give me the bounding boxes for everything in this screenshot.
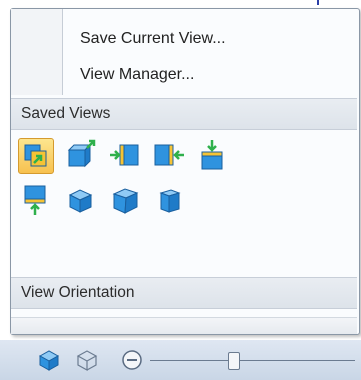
top-view-button[interactable] (195, 138, 229, 172)
view-manager-item[interactable]: View Manager... (63, 59, 358, 93)
menu-icon-gutter (11, 9, 62, 95)
back-view-icon (154, 144, 184, 166)
save-current-view-label: Save Current View... (80, 30, 226, 47)
isometric-back-icon (67, 139, 96, 168)
trimetric-view-button[interactable] (108, 183, 142, 217)
zoom-slider-track[interactable] (150, 360, 355, 361)
front-view-button[interactable] (108, 138, 142, 172)
bottom-view-icon (24, 185, 46, 215)
normal-to-button[interactable] (18, 138, 54, 174)
zoom-out-button[interactable] (120, 348, 144, 372)
top-view-icon (201, 140, 223, 170)
front-view-icon (110, 144, 139, 166)
saved-views-header: Saved Views (11, 98, 357, 130)
dimetric-view-icon (159, 189, 181, 213)
view-orientation-label: View Orientation (21, 284, 135, 301)
dimetric-view-button[interactable] (152, 183, 186, 217)
back-view-button[interactable] (152, 138, 186, 172)
shaded-view-icon (38, 350, 60, 371)
menu-resize-grip[interactable] (11, 317, 357, 334)
zoom-slider-thumb[interactable] (228, 352, 240, 370)
bottom-view-button[interactable] (18, 183, 52, 217)
zoom-out-icon (122, 350, 142, 370)
wireframe-view-icon (76, 350, 98, 372)
view-orientation-header: View Orientation (11, 277, 357, 309)
status-bar (0, 340, 361, 380)
isometric-view-button[interactable] (63, 183, 97, 217)
isometric-back-button[interactable] (63, 138, 97, 172)
trimetric-view-icon (112, 188, 139, 214)
ribbon-marker (317, 0, 319, 5)
saved-views-label: Saved Views (21, 105, 111, 122)
normal-to-icon (24, 144, 47, 167)
save-current-view-item[interactable]: Save Current View... (63, 23, 358, 57)
view-orientation-menu: Save Current View... View Manager... Sav… (10, 8, 360, 335)
wireframe-view-button[interactable] (75, 348, 99, 372)
view-manager-label: View Manager... (80, 66, 195, 83)
shaded-view-button[interactable] (37, 348, 61, 372)
isometric-view-icon (68, 189, 93, 213)
